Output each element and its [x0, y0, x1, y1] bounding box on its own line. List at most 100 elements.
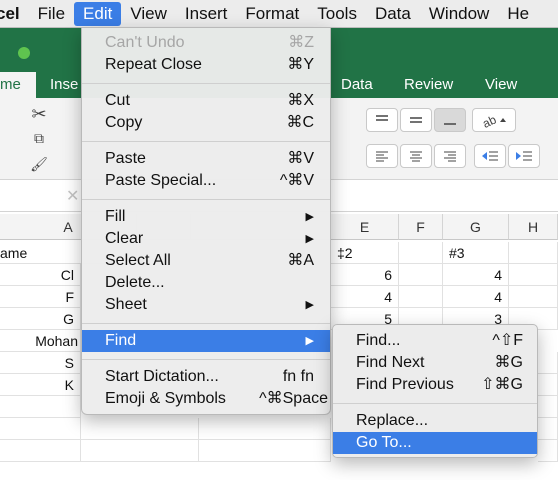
menubar-tools[interactable]: Tools: [308, 0, 366, 28]
menubar-help[interactable]: He: [498, 0, 538, 28]
submenu-item-go-to[interactable]: Go To...: [333, 432, 537, 454]
column-header-e[interactable]: E: [331, 214, 399, 240]
cell-c9[interactable]: [199, 418, 331, 440]
cell-g2[interactable]: 4: [443, 264, 509, 286]
cell-a8[interactable]: [0, 396, 81, 418]
menu-shortcut: ⌘V: [287, 150, 314, 167]
column-header-f[interactable]: F: [399, 214, 443, 240]
menubar-app-name[interactable]: cel: [0, 0, 29, 28]
menu-item-emoji-symbols[interactable]: Emoji & Symbols ^⌘Space: [82, 388, 330, 410]
menubar-edit[interactable]: Edit: [74, 1, 122, 26]
submenu-item-replace[interactable]: Replace...: [333, 410, 537, 432]
menu-item-clear[interactable]: Clear ▶: [82, 228, 330, 250]
cell-h10[interactable]: [538, 440, 558, 462]
menu-item-label: Go To...: [356, 434, 412, 451]
submenu-item-find-previous[interactable]: Find Previous ⇧⌘G: [333, 374, 537, 396]
menu-item-paste[interactable]: Paste ⌘V: [82, 148, 330, 170]
increase-indent-icon[interactable]: [508, 144, 540, 168]
menubar-file[interactable]: File: [29, 0, 74, 28]
align-bottom-icon[interactable]: [434, 108, 466, 132]
decrease-indent-icon[interactable]: [474, 144, 506, 168]
menu-item-repeat-close[interactable]: Repeat Close ⌘Y: [82, 54, 330, 76]
menu-item-cut[interactable]: Cut ⌘X: [82, 90, 330, 112]
menu-shortcut: ^⇧F: [492, 332, 523, 349]
svg-text:ab: ab: [480, 112, 498, 128]
cell-h7[interactable]: [538, 374, 558, 396]
cell-a7[interactable]: K: [0, 374, 81, 396]
menu-item-label: Repeat Close: [105, 56, 202, 73]
menu-separator: [82, 199, 330, 200]
cell-h2[interactable]: [509, 264, 558, 286]
menu-item-label: Find: [105, 332, 137, 349]
column-header-g[interactable]: G: [443, 214, 509, 240]
menu-item-label: Clear: [105, 230, 144, 247]
cell-a3[interactable]: F: [0, 286, 81, 308]
menu-shortcut: ⌘G: [494, 354, 523, 371]
menu-item-label: Select All: [105, 252, 171, 269]
orientation-icon[interactable]: ab: [472, 108, 516, 132]
menu-item-copy[interactable]: Copy ⌘C: [82, 112, 330, 134]
copy-icon[interactable]: ⧉: [28, 128, 50, 148]
align-top-icon[interactable]: [366, 108, 398, 132]
menu-item-sheet[interactable]: Sheet ▶: [82, 294, 330, 316]
menubar-format[interactable]: Format: [236, 0, 308, 28]
menu-item-start-dictation[interactable]: Start Dictation... fn fn: [82, 366, 330, 388]
cell-h9[interactable]: [538, 418, 558, 440]
cut-icon[interactable]: ✂: [28, 104, 50, 124]
menu-item-find[interactable]: Find ▶: [82, 330, 330, 352]
submenu-item-find-next[interactable]: Find Next ⌘G: [333, 352, 537, 374]
menu-item-label: Emoji & Symbols: [105, 390, 226, 407]
cell-a2[interactable]: Cl: [0, 264, 81, 286]
cell-e1[interactable]: ‡2: [331, 242, 399, 264]
cell-a5[interactable]: Mohan: [0, 330, 81, 352]
cell-b9[interactable]: [81, 418, 199, 440]
submenu-item-find[interactable]: Find... ^⇧F: [333, 330, 537, 352]
cell-h6[interactable]: [538, 352, 558, 374]
format-painter-icon[interactable]: 🖌: [28, 154, 50, 174]
menubar-insert[interactable]: Insert: [176, 0, 237, 28]
tab-review[interactable]: Review: [404, 72, 453, 98]
cell-c10[interactable]: [199, 440, 331, 462]
menu-item-select-all[interactable]: Select All ⌘A: [82, 250, 330, 272]
menu-item-cant-undo: Can't Undo ⌘Z: [82, 32, 330, 54]
tab-view[interactable]: View: [485, 72, 517, 98]
menu-shortcut: ⌘C: [286, 114, 314, 131]
menu-item-paste-special[interactable]: Paste Special... ^⌘V: [82, 170, 330, 192]
menu-item-label: Delete...: [105, 274, 165, 291]
cell-a6[interactable]: S: [0, 352, 81, 374]
cell-g1[interactable]: #3: [443, 242, 509, 264]
menubar-data[interactable]: Data: [366, 0, 420, 28]
align-left-icon[interactable]: [366, 144, 398, 168]
tab-data[interactable]: Data: [341, 72, 373, 98]
cell-f1[interactable]: [399, 242, 443, 264]
cell-a10[interactable]: [0, 440, 81, 462]
tab-home[interactable]: me: [0, 72, 36, 98]
align-middle-icon[interactable]: [400, 108, 432, 132]
cell-a9[interactable]: [0, 418, 81, 440]
cell-a4[interactable]: G: [0, 308, 81, 330]
cell-h3[interactable]: [509, 286, 558, 308]
cell-e2[interactable]: 6: [331, 264, 399, 286]
formula-cancel-icon[interactable]: ✕: [66, 186, 79, 206]
column-header-h[interactable]: H: [509, 214, 558, 240]
menu-item-label: Paste Special...: [105, 172, 217, 189]
window-zoom-button[interactable]: [18, 47, 30, 59]
align-right-icon[interactable]: [434, 144, 466, 168]
cell-b10[interactable]: [81, 440, 199, 462]
tab-insert[interactable]: Inse: [50, 72, 78, 98]
cell-h1[interactable]: [509, 242, 558, 264]
menu-item-label: Find Previous: [356, 376, 454, 393]
cell-h8[interactable]: [538, 396, 558, 418]
menubar-view[interactable]: View: [121, 0, 176, 28]
menubar-window[interactable]: Window: [420, 0, 498, 28]
menu-shortcut: ⇧⌘G: [481, 376, 523, 393]
menu-shortcut: ⌘Z: [288, 34, 314, 51]
menu-item-delete[interactable]: Delete...: [82, 272, 330, 294]
cell-e3[interactable]: 4: [331, 286, 399, 308]
menu-item-fill[interactable]: Fill ▶: [82, 206, 330, 228]
cell-f3[interactable]: [399, 286, 443, 308]
cell-f2[interactable]: [399, 264, 443, 286]
menu-separator: [82, 83, 330, 84]
align-center-icon[interactable]: [400, 144, 432, 168]
cell-g3[interactable]: 4: [443, 286, 509, 308]
